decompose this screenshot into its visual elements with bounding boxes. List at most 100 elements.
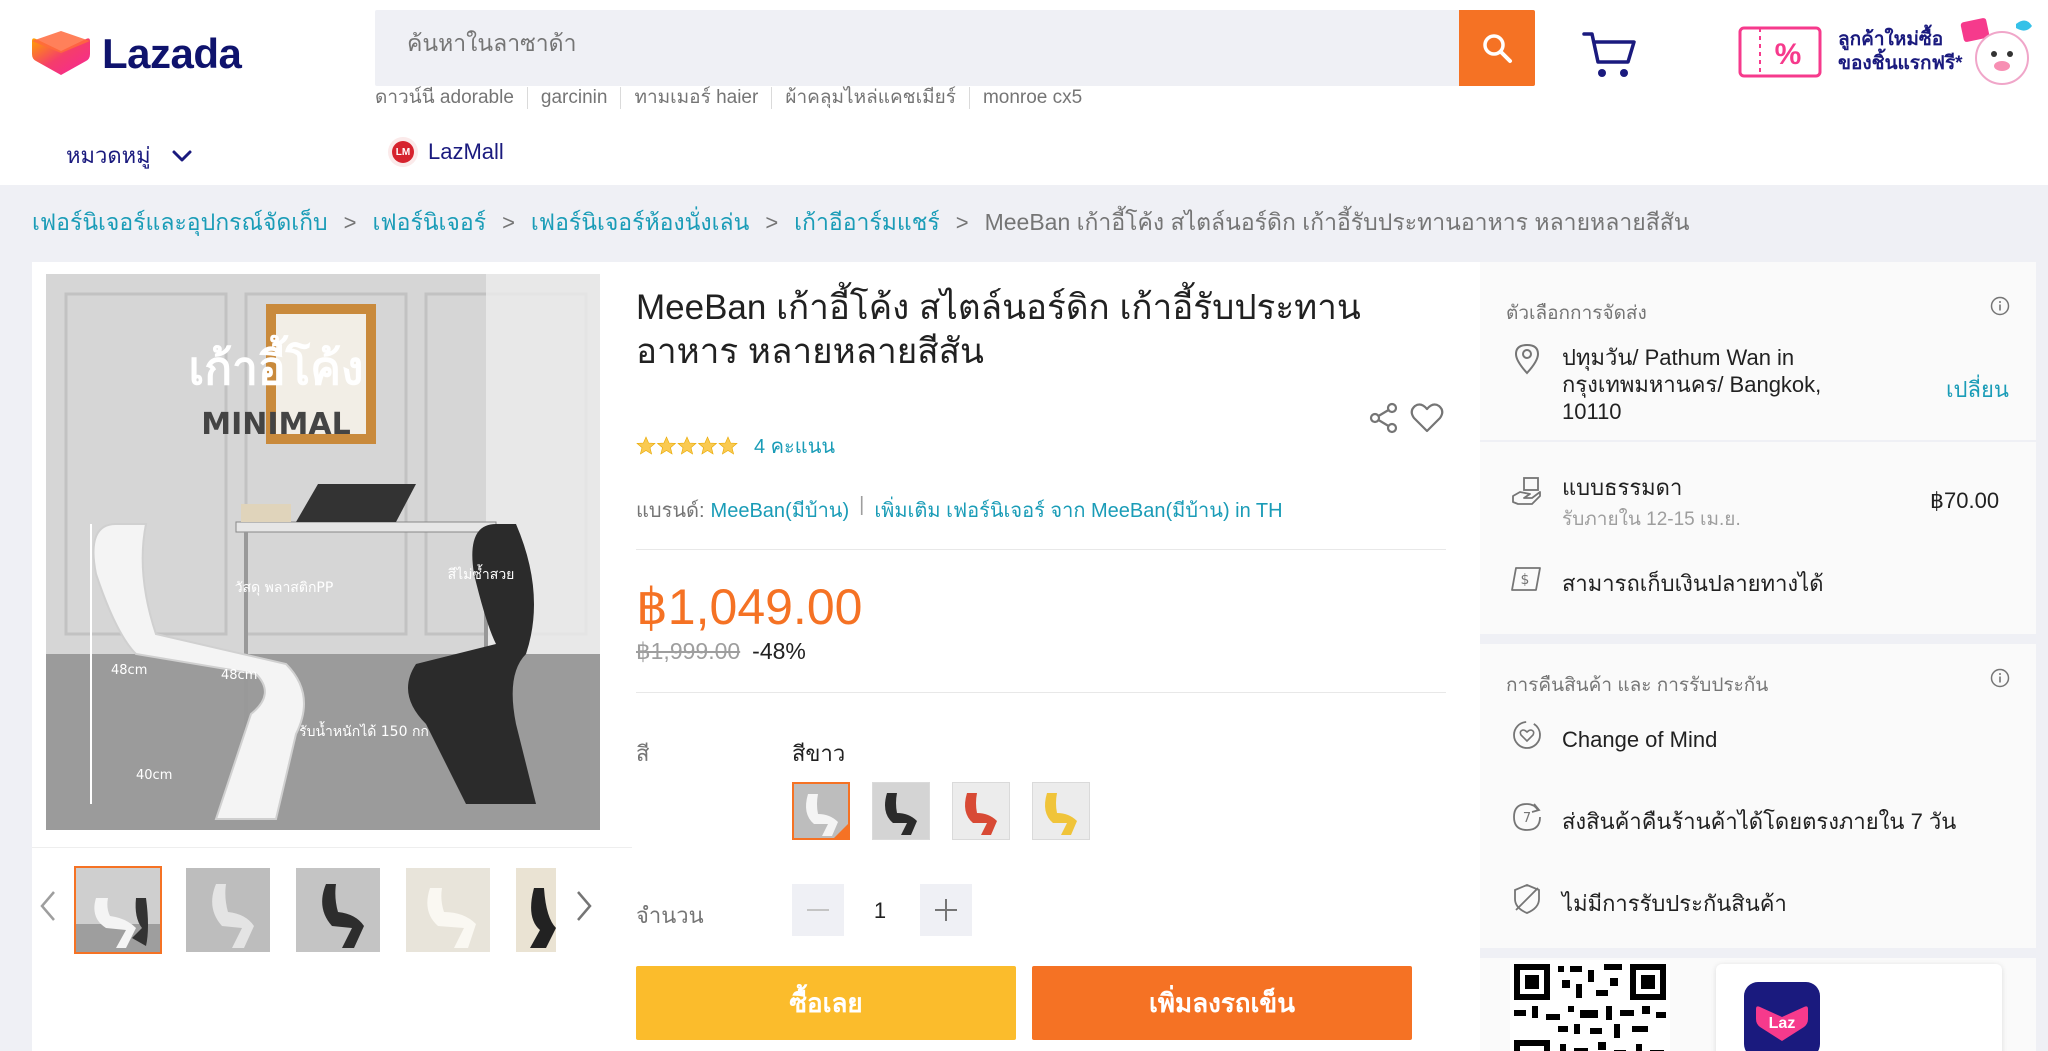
chevron-left-icon xyxy=(40,891,55,921)
lazmall-link[interactable]: LM LazMall xyxy=(388,137,504,167)
product-main-image[interactable]: เก้าอี้โค้ง MINIMAL วัสดุ พลาสติกPP สีไม… xyxy=(46,274,600,830)
app-download-qr-code[interactable] xyxy=(1510,960,1670,1051)
search-bar xyxy=(375,10,1535,86)
new-user-promo-banner[interactable]: % ลูกค้าใหม่ซื้อ ของชิ้นแรกฟรี* xyxy=(1738,14,2038,90)
brand-link[interactable]: MeeBan(มีบ้าน) xyxy=(711,494,850,526)
hot-word[interactable]: monroe cx5 xyxy=(970,87,1095,109)
color-selected-value: สีขาว xyxy=(792,741,846,766)
image-text-main: เก้าอี้โค้ง xyxy=(189,334,364,395)
product-title: MeeBan เก้าอี้โค้ง สไตล์นอร์ดิก เก้าอี้ร… xyxy=(636,288,1361,371)
hot-word[interactable]: ทามเมอร์ haier xyxy=(621,87,773,109)
chevron-right-icon: > xyxy=(502,210,515,235)
app-download-card[interactable]: Laz xyxy=(1716,964,2002,1051)
product-detail-card: เก้าอี้โค้ง MINIMAL วัสดุ พลาสติกPP สีไม… xyxy=(32,262,1480,1051)
cash-on-delivery-label: สามารถเก็บเงินปลายทางได้ xyxy=(1562,571,1824,596)
divider xyxy=(636,549,1446,550)
rating-count-link[interactable]: 4 คะแนน xyxy=(754,430,835,462)
gallery-next-arrow[interactable] xyxy=(572,886,596,926)
buy-now-button[interactable]: ซื้อเลย xyxy=(636,966,1016,1040)
delivery-location: ปทุมวัน/ Pathum Wan in กรุงเทพมหานคร/ Ba… xyxy=(1562,345,1822,424)
change-location-link[interactable]: เปลี่ยน xyxy=(1946,372,2009,407)
standard-delivery-label: แบบธรรมดา xyxy=(1562,475,1683,500)
cart-icon[interactable] xyxy=(1582,30,1638,80)
lazmall-icon: LM xyxy=(388,137,418,167)
minus-icon xyxy=(807,909,829,911)
search-input[interactable] xyxy=(407,30,1407,57)
brand-more-link[interactable]: เพิ่มเติม เฟอร์นิเจอร์ จาก MeeBan(มีบ้าน… xyxy=(874,494,1282,526)
breadcrumb-current: MeeBan เก้าอี้โค้ง สไตล์นอร์ดิก เก้าอี้ร… xyxy=(984,209,1690,235)
delivery-hand-box-icon xyxy=(1512,477,1541,505)
thumbnail[interactable] xyxy=(184,866,272,954)
lazada-app-icon: Laz xyxy=(1744,982,1820,1051)
color-swatch-black[interactable] xyxy=(872,782,930,840)
image-label-colors: สีไม่ซ้ำสวย xyxy=(448,564,515,583)
image-dim-height: 48cm xyxy=(111,663,147,678)
color-label: สี xyxy=(636,741,650,766)
image-dim-base: 40cm xyxy=(136,768,172,783)
thumbnail[interactable] xyxy=(74,866,162,954)
image-text-sub: MINIMAL xyxy=(201,407,350,442)
delivery-side-panel: ตัวเลือกการจัดส่ง ปทุมวัน/ Pathum Wan in… xyxy=(1480,262,2036,1051)
chair-product-illustration: เก้าอี้โค้ง MINIMAL วัสดุ พลาสติกPP สีไม… xyxy=(46,274,600,830)
breadcrumb-item[interactable]: เก้าอีอาร์มแชร์ xyxy=(794,205,940,241)
hot-search-words: ดาวน์นี adorable garcinin ทามเมอร์ haier… xyxy=(375,87,1095,109)
hot-word[interactable]: garcinin xyxy=(528,87,622,109)
product-rating: 4 คะแนน xyxy=(636,430,835,462)
quantity-increase-button[interactable] xyxy=(920,884,972,936)
header: Lazada % ลูกค้าใหม่ซื้อ ของชิ้นแรกฟรี* xyxy=(0,0,2048,185)
svg-text:$: $ xyxy=(1521,572,1530,588)
chevron-right-icon: > xyxy=(765,210,779,235)
share-icon[interactable] xyxy=(1368,402,1400,434)
divider xyxy=(636,692,1446,693)
divider xyxy=(1480,440,2036,442)
thumbnail[interactable] xyxy=(404,866,492,954)
search-button[interactable] xyxy=(1459,10,1535,86)
info-icon[interactable] xyxy=(1990,668,2010,688)
plus-icon xyxy=(935,899,957,921)
discount-badge: -48% xyxy=(752,638,806,664)
app-icon-text: Laz xyxy=(1769,1015,1796,1032)
chevron-right-icon xyxy=(577,891,592,921)
hot-word[interactable]: ดาวน์นี adorable xyxy=(375,87,528,109)
brand-row: แบรนด์: MeeBan(มีบ้าน) | เพิ่มเติม เฟอร์… xyxy=(636,494,1283,526)
svg-text:%: % xyxy=(1775,38,1802,71)
category-menu[interactable]: หมวดหมู่ xyxy=(66,138,193,173)
cash-on-delivery-icon: $ xyxy=(1511,567,1541,591)
change-of-mind-label: Change of Mind xyxy=(1562,727,1718,752)
thumbnail[interactable] xyxy=(514,866,558,954)
chevron-right-icon: > xyxy=(343,210,357,235)
color-swatch-white[interactable] xyxy=(792,782,850,840)
breadcrumb-item[interactable]: เฟอร์นิเจอร์ห้องนั่งเล่น xyxy=(531,205,749,241)
gallery-prev-arrow[interactable] xyxy=(36,886,60,926)
svg-text:7: 7 xyxy=(1523,811,1531,826)
return-7-days-icon: 7 xyxy=(1513,803,1541,831)
wishlist-heart-icon[interactable] xyxy=(1410,402,1444,434)
return-7-days-label: ส่งสินค้าคืนร้านค้าได้โดยตรงภายใน 7 วัน xyxy=(1562,809,1957,834)
info-icon[interactable] xyxy=(1990,296,2010,316)
breadcrumb-item[interactable]: เฟอร์นิเจอร์ xyxy=(373,205,487,241)
logo-text: Lazada xyxy=(102,30,242,77)
change-of-mind-icon xyxy=(1513,721,1541,749)
returns-warranty-title: การคืนสินค้า และ การรับประกัน xyxy=(1506,675,1769,696)
hot-word[interactable]: ผ้าคลุมไหล่แคชเมียร์ xyxy=(772,87,970,109)
color-swatch-red[interactable] xyxy=(952,782,1010,840)
lazada-logo[interactable]: Lazada xyxy=(32,30,242,78)
breadcrumb: เฟอร์นิเจอร์และอุปกรณ์จัดเก็บ > เฟอร์นิเ… xyxy=(32,205,1690,241)
star-rating-icon xyxy=(636,436,738,455)
promo-text: ลูกค้าใหม่ซื้อ ของชิ้นแรกฟรี* xyxy=(1838,29,1963,74)
quantity-decrease-button[interactable] xyxy=(792,884,844,936)
color-swatch-yellow[interactable] xyxy=(1032,782,1090,840)
add-to-cart-button[interactable]: เพิ่มลงรถเข็น xyxy=(1032,966,1412,1040)
breadcrumb-item[interactable]: เฟอร์นิเจอร์และอุปกรณ์จัดเก็บ xyxy=(32,205,328,241)
location-pin-icon xyxy=(1514,343,1540,375)
product-price: ฿1,049.00 xyxy=(636,579,863,635)
no-warranty-label: ไม่มีการรับประกันสินค้า xyxy=(1562,891,1787,916)
divider xyxy=(1480,634,2036,644)
divider xyxy=(1480,948,2036,958)
thumbnail-gallery xyxy=(32,847,632,957)
brand-label: แบรนด์: xyxy=(636,500,705,522)
original-price: ฿1,999.00 xyxy=(636,638,741,664)
delivery-options-title: ตัวเลือกการจัดส่ง xyxy=(1506,303,1647,324)
thumbnail[interactable] xyxy=(294,866,382,954)
quantity-value[interactable]: 1 xyxy=(860,898,900,924)
